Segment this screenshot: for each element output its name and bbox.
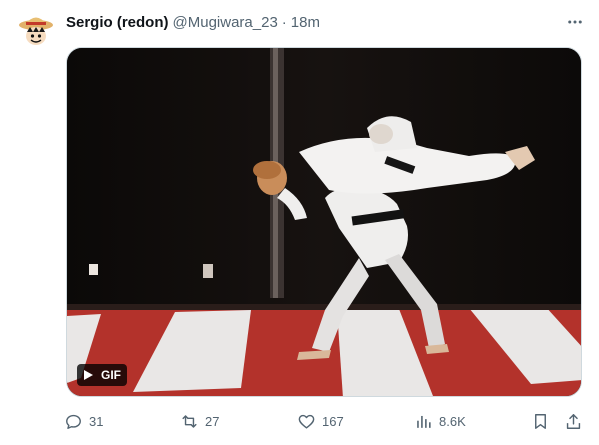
retweet-button[interactable]: 27 — [180, 409, 219, 433]
share-button[interactable] — [564, 409, 583, 433]
play-icon — [81, 368, 95, 382]
avatar[interactable] — [16, 10, 56, 50]
gif-label: GIF — [101, 368, 121, 382]
separator-dot: · — [281, 13, 287, 31]
views-button[interactable]: 8.6K — [414, 409, 466, 433]
avatar-image — [16, 10, 56, 50]
analytics-icon — [417, 415, 431, 428]
views-count: 8.6K — [439, 413, 466, 429]
more-options-button[interactable] — [565, 12, 585, 32]
bookmark-icon — [535, 413, 546, 429]
like-count: 167 — [322, 413, 344, 429]
gif-badge[interactable]: GIF — [77, 364, 127, 386]
timestamp[interactable]: 18m — [291, 14, 320, 31]
share-icon — [566, 413, 581, 429]
reply-button[interactable]: 31 — [64, 409, 103, 433]
retweet-count: 27 — [205, 413, 220, 429]
gif-frame — [67, 48, 581, 396]
author-name[interactable]: Sergio (redon) — [66, 14, 169, 31]
tweet-header: Sergio (redon) @Mugiwara_23 · 18m — [66, 12, 583, 32]
tweet-actions: 31 27 167 8.6K — [62, 409, 590, 433]
reply-count: 31 — [89, 413, 104, 429]
more-horizontal-icon — [568, 20, 582, 24]
bookmark-button[interactable] — [531, 409, 550, 433]
heart-icon — [298, 414, 315, 429]
retweet-icon — [182, 414, 197, 428]
tweet-card[interactable]: Sergio (redon) @Mugiwara_23 · 18m GIF 31… — [0, 0, 599, 445]
author-handle[interactable]: @Mugiwara_23 — [173, 14, 278, 31]
reply-icon — [66, 414, 81, 429]
like-button[interactable]: 167 — [297, 409, 344, 433]
media-gif[interactable]: GIF — [66, 47, 582, 397]
